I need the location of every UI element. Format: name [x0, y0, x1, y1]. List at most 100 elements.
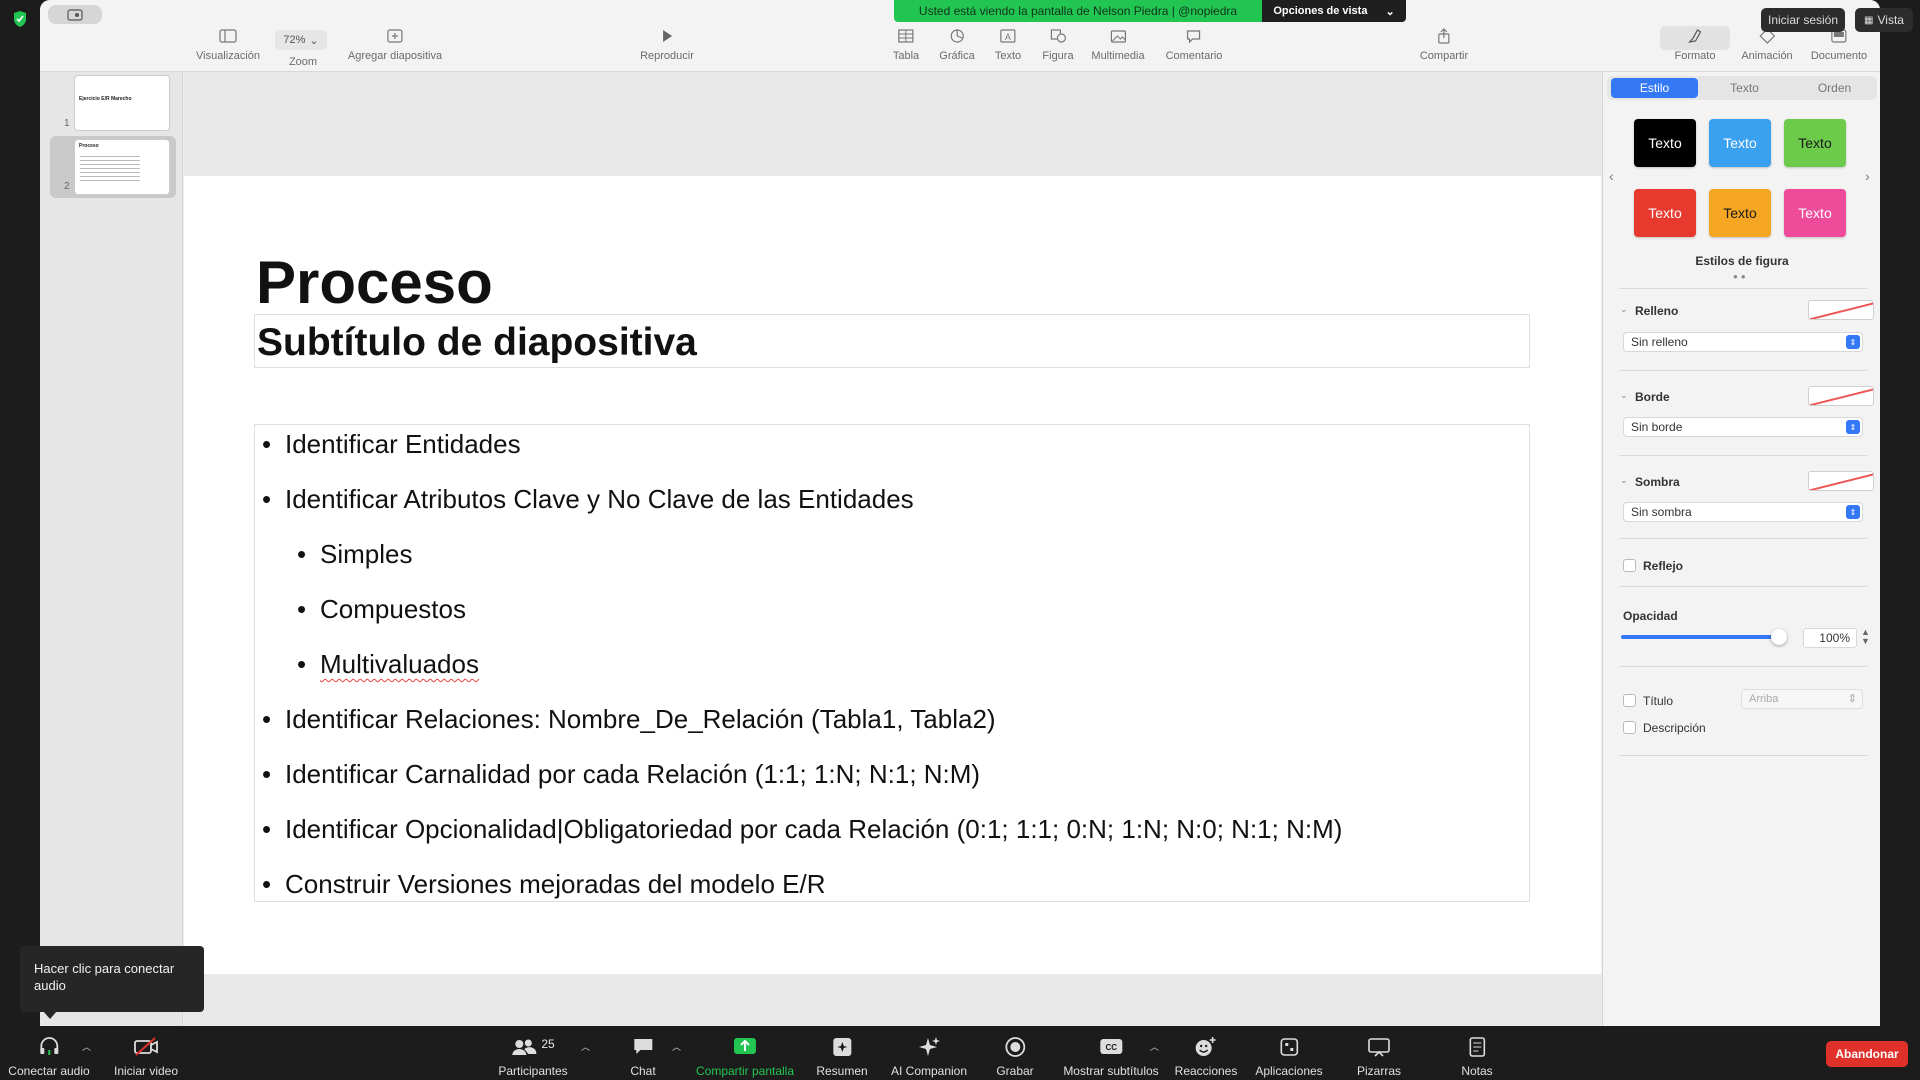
participants-button[interactable]: 25 Participantes [498, 1036, 567, 1078]
opacity-slider-knob[interactable] [1771, 629, 1787, 645]
bullet-text: Compuestos [320, 594, 466, 624]
format-inspector: Estilo Texto Orden ‹ › Texto Texto Texto… [1602, 72, 1880, 1026]
chevron-down-icon[interactable]: ⌄ [1620, 475, 1628, 486]
ai-companion-button[interactable]: AI Companion [891, 1036, 967, 1078]
bullet-dot: • [262, 484, 272, 514]
notes-button[interactable]: Notas [1461, 1036, 1493, 1078]
start-video-button[interactable]: Iniciar video [114, 1036, 178, 1078]
style-swatch-pink[interactable]: Texto [1784, 189, 1846, 237]
add-slide-button[interactable]: Agregar diapositiva [348, 28, 442, 62]
play-button[interactable]: Reproducir [640, 28, 694, 62]
style-swatch-blue[interactable]: Texto [1709, 119, 1771, 167]
slide[interactable]: Proceso Subtítulo de diapositiva • Identi… [184, 176, 1601, 974]
shadow-color-well[interactable] [1808, 471, 1874, 491]
titulo-label: Título [1643, 694, 1674, 708]
subtitle-box[interactable]: Subtítulo de diapositiva [254, 314, 1530, 368]
chat-button[interactable]: Chat [630, 1036, 656, 1078]
screen-share-banner: Usted está viendo la pantalla de Nelson … [894, 0, 1406, 22]
shadow-select[interactable]: Sin sombra ⇕ [1623, 502, 1863, 522]
fill-select[interactable]: Sin relleno ⇕ [1623, 332, 1863, 352]
style-swatch-black[interactable]: Texto [1634, 119, 1696, 167]
media-label: Multimedia [1091, 50, 1145, 62]
start-video-label: Iniciar video [113, 1064, 179, 1078]
reflection-checkbox[interactable] [1623, 559, 1636, 572]
zoom-select[interactable]: 72% ⌄ [275, 30, 327, 50]
summary-button[interactable]: Resumen [816, 1036, 868, 1078]
chevron-updown-icon: ⇕ [1846, 505, 1860, 519]
chevron-up-icon[interactable]: ︿ [672, 1040, 681, 1053]
style-swatch-orange[interactable]: Texto [1709, 189, 1771, 237]
whiteboards-label: Pizarras [1356, 1064, 1402, 1078]
reactions-icon [1194, 1036, 1218, 1058]
tab-orden[interactable]: Orden [1791, 78, 1878, 98]
bullet-item: • Identificar Opcionalidad|Obligatoriedad… [262, 814, 1342, 845]
headphones-icon [38, 1036, 60, 1058]
cc-icon: CC [1099, 1036, 1123, 1058]
tab-estilo[interactable]: Estilo [1611, 78, 1698, 98]
shape-button[interactable]: Figura [1042, 28, 1074, 62]
zoom-value: 72% [283, 34, 306, 46]
participants-label: Participantes [498, 1064, 568, 1078]
body-text-box[interactable]: • Identificar Entidades • Identificar Atri… [254, 424, 1530, 902]
participants-icon: 25 [511, 1036, 555, 1058]
chart-button[interactable]: Gráfica [939, 28, 975, 62]
title-position-select[interactable]: Arriba ⇕ [1741, 689, 1863, 709]
media-button[interactable]: Multimedia [1091, 28, 1145, 62]
comment-button[interactable]: Comentario [1166, 28, 1222, 62]
slide-canvas: Proceso Subtítulo de diapositiva • Identi… [184, 72, 1601, 1026]
chevron-down-icon[interactable]: ⌄ [1620, 390, 1628, 401]
share-label: Compartir [1419, 50, 1469, 62]
whiteboards-button[interactable]: Pizarras [1357, 1036, 1401, 1078]
slide-thumbnail-2[interactable]: Proceso [75, 140, 169, 194]
animation-button[interactable]: Animación [1741, 28, 1793, 62]
divider [1619, 755, 1867, 756]
chat-label: Chat [630, 1064, 656, 1078]
opacity-slider[interactable] [1621, 629, 1787, 645]
view-menu-button[interactable]: ▦ Vista [1855, 8, 1913, 32]
format-label: Formato [1674, 50, 1716, 62]
leave-button[interactable]: Abandonar [1826, 1041, 1908, 1067]
bullet-text: Identificar Carnalidad por cada Relación… [285, 759, 981, 789]
stepper-icon[interactable]: ▲ ▼ [1861, 628, 1870, 646]
reactions-button[interactable]: Reacciones [1175, 1036, 1237, 1078]
tab-texto[interactable]: Texto [1701, 78, 1788, 98]
view-button[interactable]: Visualización [196, 28, 260, 62]
share-button[interactable]: Compartir [1420, 28, 1468, 62]
chevron-up-icon[interactable]: ︿ [581, 1040, 590, 1053]
opacity-field[interactable]: 100% [1803, 628, 1857, 648]
chevron-up-icon[interactable]: ︿ [82, 1040, 91, 1053]
connect-audio-button[interactable]: Conectar audio [8, 1036, 90, 1078]
captions-button[interactable]: CC Mostrar subtítulos [1063, 1036, 1159, 1078]
chevron-down-icon[interactable]: ⌄ [1620, 304, 1628, 315]
slide-thumbnail-1[interactable]: Ejercicio E/R Marecho [75, 76, 169, 130]
sidebar-toggle-pill[interactable] [48, 5, 102, 24]
border-color-well[interactable] [1808, 386, 1874, 406]
table-button[interactable]: Tabla [893, 28, 919, 62]
chevron-down-icon: ⌄ [1385, 5, 1395, 18]
zoom-label: Zoom [288, 56, 318, 68]
signin-button[interactable]: Iniciar sesión [1761, 8, 1845, 32]
sub-bullet-item: • Compuestos [297, 594, 466, 625]
slide-title[interactable]: Proceso [256, 248, 493, 317]
view-options-button[interactable]: Opciones de vista ⌄ [1262, 0, 1406, 22]
border-select[interactable]: Sin borde ⇕ [1623, 417, 1863, 437]
title-checkbox[interactable] [1623, 694, 1636, 707]
chevron-left-icon[interactable]: ‹ [1609, 168, 1614, 184]
document-button[interactable]: Documento [1811, 28, 1867, 62]
share-screen-button[interactable]: Compartir pantalla [696, 1036, 794, 1078]
chevron-right-icon[interactable]: › [1865, 168, 1870, 184]
bullet-dot: • [297, 649, 307, 679]
text-button[interactable]: A Texto [995, 28, 1021, 62]
format-button[interactable]: Formato [1674, 28, 1716, 62]
security-shield-icon[interactable] [12, 10, 28, 28]
record-button[interactable]: Grabar [996, 1036, 1034, 1078]
apps-button[interactable]: Aplicaciones [1255, 1036, 1323, 1078]
fill-color-well[interactable] [1808, 300, 1874, 320]
chevron-up-icon[interactable]: ︿ [1150, 1040, 1159, 1053]
description-checkbox[interactable] [1623, 721, 1636, 734]
style-swatch-green[interactable]: Texto [1784, 119, 1846, 167]
bullet-item: • Identificar Entidades [262, 429, 521, 460]
notes-label: Notas [1461, 1064, 1493, 1078]
style-swatch-red[interactable]: Texto [1634, 189, 1696, 237]
document-label: Documento [1810, 50, 1868, 62]
